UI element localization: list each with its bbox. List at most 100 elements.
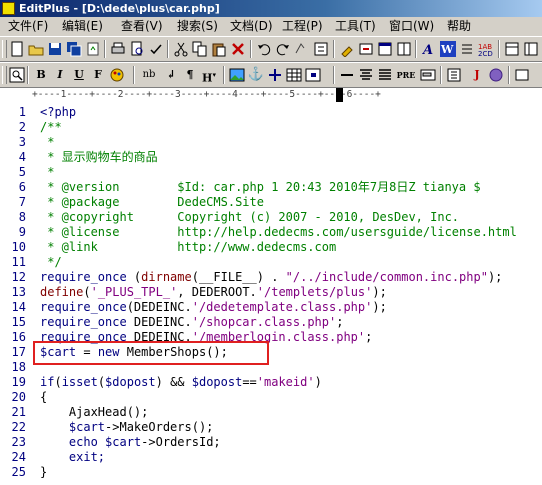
code-token: (DEDEINC. <box>126 300 192 314</box>
code-token: ->MakeOrders(); <box>105 420 214 434</box>
line-number: 8 <box>18 210 26 224</box>
javascript-icon[interactable]: J <box>468 66 486 84</box>
toolbar-grip <box>2 40 7 58</box>
copy-icon[interactable] <box>191 40 209 58</box>
save-icon[interactable] <box>46 40 64 58</box>
underline-icon[interactable]: U <box>70 66 88 84</box>
spell-check-icon[interactable] <box>147 40 165 58</box>
paste-icon[interactable] <box>210 40 228 58</box>
font-icon[interactable]: A <box>420 40 438 58</box>
line-number: 22 <box>11 420 26 434</box>
line-number: 24 <box>11 450 26 464</box>
code-token: ; <box>336 315 344 329</box>
directory-icon[interactable] <box>503 40 521 58</box>
find-icon[interactable] <box>293 40 311 58</box>
code-editor[interactable]: 1 2 3 4 5 6 7 8 9 10 11 12 13 14 15 16 1… <box>0 102 542 485</box>
align-justify-icon[interactable] <box>376 66 394 84</box>
open-folder-icon[interactable] <box>27 40 45 58</box>
code-token: if <box>40 375 55 389</box>
code-line: * <box>40 135 55 149</box>
code-token: $cart <box>68 420 106 434</box>
menu-tools[interactable]: 工具(T) <box>335 17 376 36</box>
code-token: $dopost <box>105 375 156 389</box>
menu-file[interactable]: 文件(F) <box>8 17 48 36</box>
link-icon[interactable] <box>266 66 284 84</box>
standard-toolbar: A W 1AB 2CD <box>0 36 542 62</box>
delete-icon[interactable] <box>229 40 247 58</box>
menu-bar: 文件(F) 编辑(E) 查看(V) 搜索(S) 文档(D) 工程(P) 工具(T… <box>0 17 542 37</box>
menu-edit[interactable]: 编辑(E) <box>62 17 103 36</box>
ruler-scale: +----1----+----2----+----3----+----4----… <box>32 89 381 100</box>
hr-icon[interactable] <box>338 66 356 84</box>
menu-project[interactable]: 工程(P) <box>282 17 323 36</box>
save-all-icon[interactable] <box>65 40 83 58</box>
line-number: 25 <box>11 465 26 479</box>
code-token: require_once <box>40 315 127 329</box>
table-cell-icon[interactable] <box>304 66 322 84</box>
menu-search[interactable]: 搜索(S) <box>177 17 218 36</box>
column-icon[interactable]: 1AB 2CD <box>477 40 495 58</box>
menu-help[interactable]: 帮助 <box>447 17 471 36</box>
code-token: ( <box>126 270 142 284</box>
line-number: 12 <box>11 270 26 284</box>
svg-text:2CD: 2CD <box>478 50 493 57</box>
form-icon[interactable] <box>419 66 437 84</box>
line-number: 3 <box>18 135 26 149</box>
line-break-icon[interactable]: ↲ <box>162 66 180 84</box>
toolbar-more-icon[interactable] <box>445 66 463 84</box>
code-token: ); <box>487 270 503 284</box>
code-token: DEDEINC. <box>126 315 192 329</box>
paragraph-icon[interactable]: ¶ <box>181 66 199 84</box>
browser-preview-icon[interactable] <box>8 66 26 84</box>
window-list-icon[interactable] <box>513 66 531 84</box>
code-line: <?php <box>40 105 77 119</box>
app-icon <box>2 2 15 15</box>
code-token: (__FILE__) . <box>191 270 286 284</box>
line-number: 17 <box>11 345 26 359</box>
code-line: */ <box>40 255 62 269</box>
cut-icon[interactable] <box>172 40 190 58</box>
code-line: { <box>40 390 48 404</box>
nbsp-icon[interactable]: nb <box>138 66 160 84</box>
pre-tag-icon[interactable]: PRE <box>395 66 417 84</box>
font-tag-icon[interactable]: F <box>89 66 107 84</box>
menu-window[interactable]: 窗口(W) <box>389 17 434 36</box>
line-number: 21 <box>11 405 26 419</box>
cliptext-icon[interactable] <box>522 40 540 58</box>
print-preview-icon[interactable] <box>128 40 146 58</box>
code-token: ( <box>97 375 106 389</box>
align-center-icon[interactable] <box>357 66 375 84</box>
window-icon[interactable] <box>376 40 394 58</box>
image-icon[interactable] <box>228 66 246 84</box>
redo-icon[interactable] <box>274 40 292 58</box>
code-line: * @version $Id: car.php 1 20:43 2010年7月8… <box>40 180 481 194</box>
color-icon[interactable] <box>108 66 126 84</box>
menu-view[interactable]: 查看(V) <box>121 17 163 36</box>
print-icon[interactable] <box>109 40 127 58</box>
title-bar: EditPlus - [D:\dede\plus\car.php] <box>0 0 542 17</box>
word-wrap-icon[interactable]: W <box>439 40 457 58</box>
code-token: $dopost <box>191 375 243 389</box>
code-token: $cart <box>105 435 142 449</box>
goto-icon[interactable] <box>357 40 375 58</box>
table-icon[interactable] <box>285 66 303 84</box>
css-icon[interactable] <box>487 66 505 84</box>
tile-icon[interactable] <box>395 40 413 58</box>
line-number-icon[interactable] <box>458 40 476 58</box>
undo-icon[interactable] <box>255 40 273 58</box>
brush-icon[interactable] <box>338 40 356 58</box>
anchor-icon[interactable]: ⚓ <box>247 66 265 84</box>
line-number: 2 <box>18 120 26 134</box>
bold-icon[interactable]: B <box>32 66 50 84</box>
code-token: '/dedetemplate.class.php' <box>191 300 373 314</box>
heading-icon[interactable]: H▾ <box>200 66 218 85</box>
ftp-upload-icon[interactable] <box>84 40 102 58</box>
italic-icon[interactable]: I <box>51 66 69 84</box>
replace-icon[interactable] <box>312 40 330 58</box>
code-token: , DEDEROOT. <box>177 285 257 299</box>
line-number: 16 <box>11 330 26 344</box>
menu-document[interactable]: 文档(D) <box>230 17 273 36</box>
new-file-icon[interactable] <box>8 40 26 58</box>
code-line: * @package DedeCMS.Site <box>40 195 264 209</box>
